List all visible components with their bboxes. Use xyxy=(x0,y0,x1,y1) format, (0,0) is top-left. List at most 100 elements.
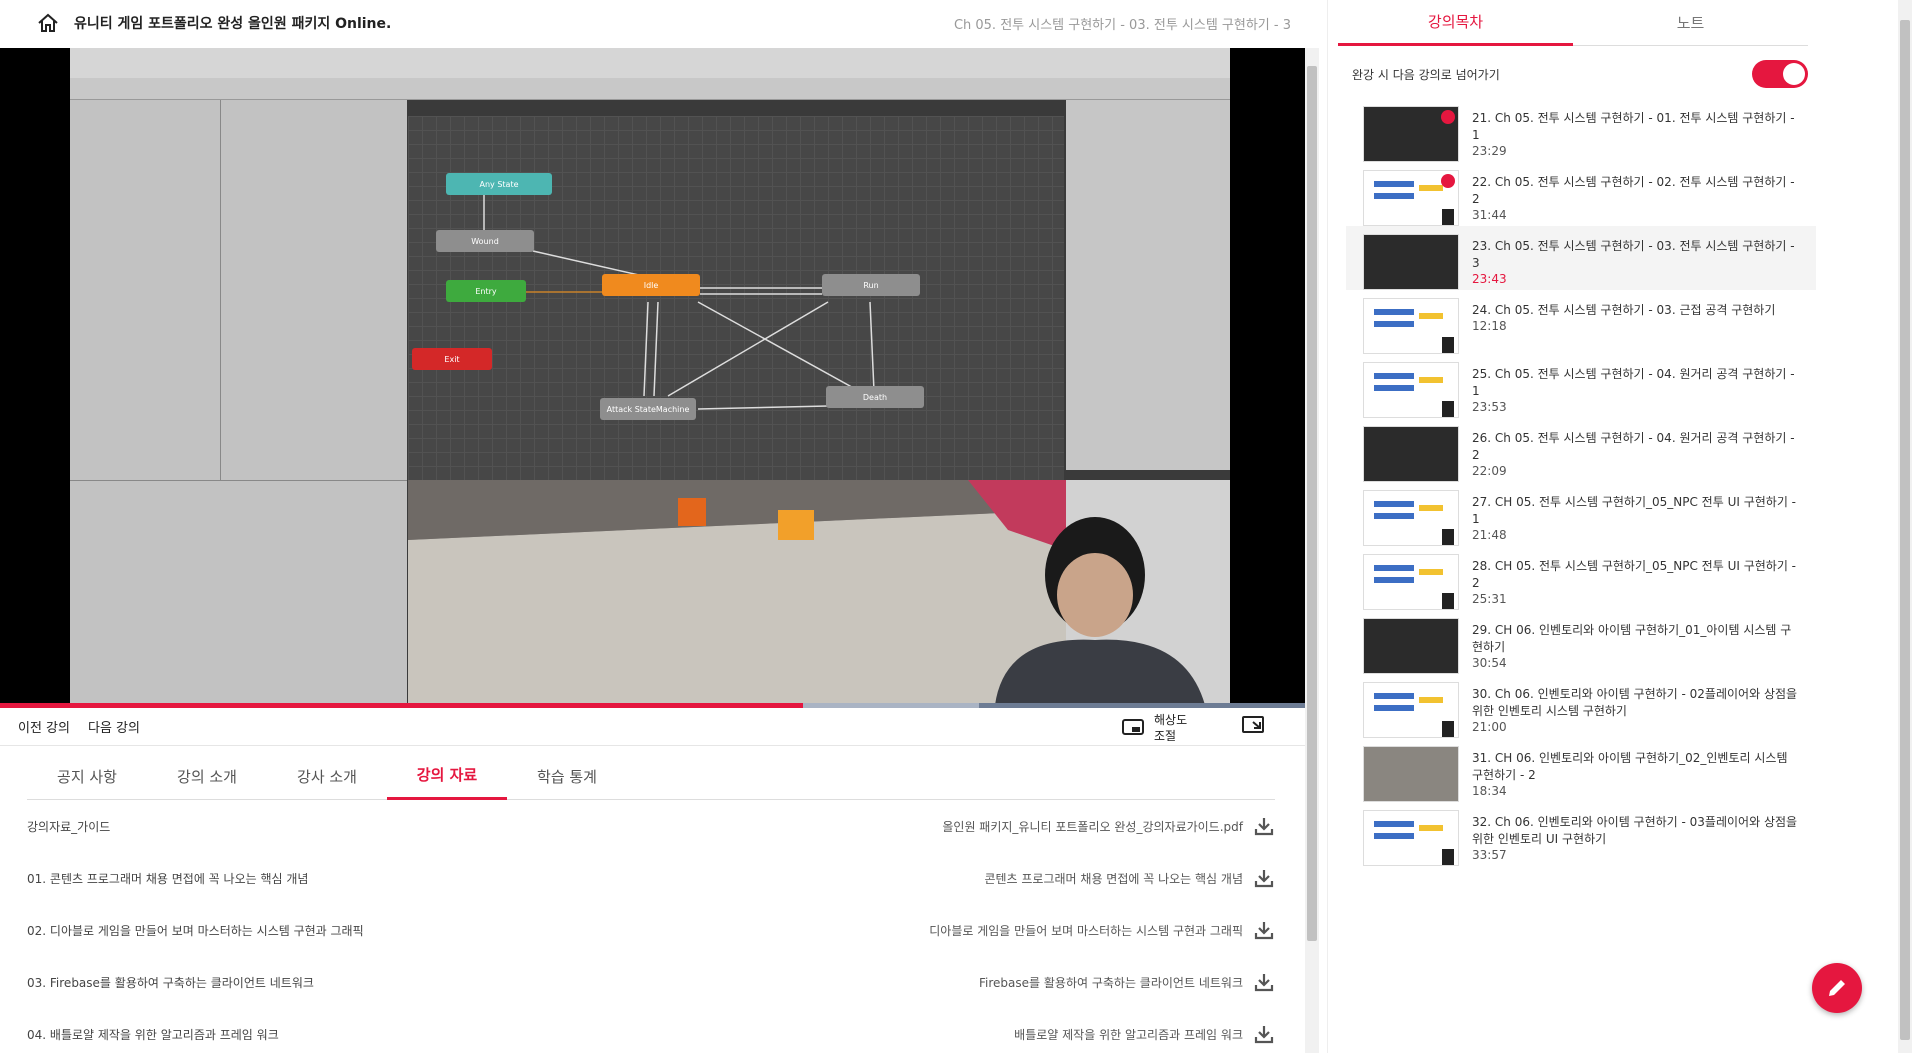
lecture-title: 32. Ch 06. 인벤토리와 아이템 구현하기 - 03플레이어와 상점을 … xyxy=(1472,815,1798,846)
material-title: 강의자료_가이드 xyxy=(27,819,111,834)
instructor-webcam xyxy=(975,505,1225,705)
resolution-icon xyxy=(1122,719,1144,735)
lecture-thumbnail xyxy=(1363,810,1459,866)
playlist-item[interactable]: 27. CH 05. 전투 시스템 구현하기_05_NPC 전투 UI 구현하기… xyxy=(1346,482,1816,546)
lecture-duration: 12:18 xyxy=(1472,319,1507,333)
lecture-info: 27. CH 05. 전투 시스템 구현하기_05_NPC 전투 UI 구현하기… xyxy=(1472,494,1802,542)
playlist-item[interactable]: 32. Ch 06. 인벤토리와 아이템 구현하기 - 03플레이어와 상점을 … xyxy=(1346,802,1816,866)
tab-notes[interactable]: 노트 xyxy=(1573,0,1808,46)
playlist-item[interactable]: 26. Ch 05. 전투 시스템 구현하기 - 04. 원거리 공격 구현하기… xyxy=(1346,418,1816,482)
playlist-item[interactable]: 24. Ch 05. 전투 시스템 구현하기 - 03. 근접 공격 구현하기 1… xyxy=(1346,290,1816,354)
playlist-item[interactable]: 21. Ch 05. 전투 시스템 구현하기 - 01. 전투 시스템 구현하기… xyxy=(1346,98,1816,162)
playlist-item[interactable]: 25. Ch 05. 전투 시스템 구현하기 - 04. 원거리 공격 구현하기… xyxy=(1346,354,1816,418)
curriculum-sidebar: 강의목차 노트 완강 시 다음 강의로 넘어가기 21. Ch 05. 전투 시… xyxy=(1327,0,1917,1053)
current-lecture-title: Ch 05. 전투 시스템 구현하기 - 03. 전투 시스템 구현하기 - 3 xyxy=(953,18,1291,33)
note-edit-button[interactable] xyxy=(1812,963,1862,1013)
lecture-title: 26. Ch 05. 전투 시스템 구현하기 - 04. 원거리 공격 구현하기… xyxy=(1472,431,1795,462)
lecture-duration: 33:57 xyxy=(1472,848,1507,862)
material-filename[interactable]: Firebase를 활용하여 구축하는 클라이언트 네트워크 xyxy=(979,974,1243,991)
lecture-duration: 31:44 xyxy=(1472,208,1507,222)
main-scrollbar-thumb[interactable] xyxy=(1307,66,1317,941)
lecture-info-tabs: 공지 사항 강의 소개 강사 소개 강의 자료 학습 통계 xyxy=(27,752,1275,800)
lecture-duration: 21:00 xyxy=(1472,720,1507,734)
lecture-info: 31. CH 06. 인벤토리와 아이템 구현하기_02_인벤토리 시스템 구현… xyxy=(1472,750,1802,798)
lecture-info: 28. CH 05. 전투 시스템 구현하기_05_NPC 전투 UI 구현하기… xyxy=(1472,558,1802,606)
lecture-info: 22. Ch 05. 전투 시스템 구현하기 - 02. 전투 시스템 구현하기… xyxy=(1472,174,1802,222)
game-scene xyxy=(408,480,1066,705)
tab-intro[interactable]: 강의 소개 xyxy=(147,752,267,800)
lecture-duration: 30:54 xyxy=(1472,656,1507,670)
node-wound: Wound xyxy=(436,230,534,252)
materials-list: 강의자료_가이드 올인원 패키지_유니티 포트폴리오 완성_강의자료가이드.pdf… xyxy=(27,800,1275,1053)
lecture-title: 21. Ch 05. 전투 시스템 구현하기 - 01. 전투 시스템 구현하기… xyxy=(1472,111,1795,142)
fullscreen-button[interactable] xyxy=(1242,716,1264,738)
resolution-button[interactable]: 해상도 조절 xyxy=(1122,712,1194,744)
lecture-info: 24. Ch 05. 전투 시스템 구현하기 - 03. 근접 공격 구현하기 1… xyxy=(1472,302,1802,333)
node-any-state: Any State xyxy=(446,173,552,195)
sidebar-tabs: 강의목차 노트 xyxy=(1338,0,1808,46)
tab-materials[interactable]: 강의 자료 xyxy=(387,752,507,800)
lecture-info: 25. Ch 05. 전투 시스템 구현하기 - 04. 원거리 공격 구현하기… xyxy=(1472,366,1802,414)
material-filename[interactable]: 배틀로얄 제작을 위한 알고리즘과 프레임 워크 xyxy=(1014,1026,1243,1043)
lecture-title: 22. Ch 05. 전투 시스템 구현하기 - 02. 전투 시스템 구현하기… xyxy=(1472,175,1795,206)
lecture-thumbnail xyxy=(1363,106,1459,162)
next-lecture-button[interactable]: 다음 강의 xyxy=(88,717,140,736)
lecture-duration: 23:29 xyxy=(1472,144,1507,158)
expand-icon xyxy=(1242,716,1264,733)
tab-stats[interactable]: 학습 통계 xyxy=(507,752,627,800)
editor-hierarchy-panel xyxy=(70,100,220,480)
material-filename[interactable]: 올인원 패키지_유니티 포트폴리오 완성_강의자료가이드.pdf xyxy=(942,818,1243,835)
node-idle: Idle xyxy=(602,274,700,296)
animator-graph: Any State Wound Entry Idle Run Exit Atta… xyxy=(408,116,1064,480)
lecture-title: 28. CH 05. 전투 시스템 구현하기_05_NPC 전투 UI 구현하기… xyxy=(1472,559,1797,590)
material-title: 03. Firebase를 활용하여 구축하는 클라이언트 네트워크 xyxy=(27,975,314,990)
material-filename[interactable]: 콘텐츠 프로그래머 채용 면접에 꼭 나오는 핵심 개념 xyxy=(984,870,1243,887)
tab-instructor[interactable]: 강사 소개 xyxy=(267,752,387,800)
playlist-item[interactable]: 23. Ch 05. 전투 시스템 구현하기 - 03. 전투 시스템 구현하기… xyxy=(1346,226,1816,290)
download-icon[interactable] xyxy=(1253,1023,1275,1045)
lecture-info: 29. CH 06. 인벤토리와 아이템 구현하기_01_아이템 시스템 구현하… xyxy=(1472,622,1802,670)
lecture-duration: 21:48 xyxy=(1472,528,1507,542)
material-download[interactable]: 디아블로 게임을 만들어 보며 마스터하는 시스템 구현과 그래픽 xyxy=(929,919,1275,941)
download-icon[interactable] xyxy=(1253,867,1275,889)
prev-lecture-button[interactable]: 이전 강의 xyxy=(18,717,70,736)
playlist-item[interactable]: 28. CH 05. 전투 시스템 구현하기_05_NPC 전투 UI 구현하기… xyxy=(1346,546,1816,610)
material-download[interactable]: 올인원 패키지_유니티 포트폴리오 완성_강의자료가이드.pdf xyxy=(942,815,1275,837)
playlist-item[interactable]: 30. Ch 06. 인벤토리와 아이템 구현하기 - 02플레이어와 상점을 … xyxy=(1346,674,1816,738)
playlist-item[interactable]: 22. Ch 05. 전투 시스템 구현하기 - 02. 전투 시스템 구현하기… xyxy=(1346,162,1816,226)
completed-check-icon xyxy=(1441,110,1455,124)
lecture-thumbnail xyxy=(1363,618,1459,674)
download-icon[interactable] xyxy=(1253,815,1275,837)
playlist-item[interactable]: 29. CH 06. 인벤토리와 아이템 구현하기_01_아이템 시스템 구현하… xyxy=(1346,610,1816,674)
video-player[interactable]: Any State Wound Entry Idle Run Exit Atta… xyxy=(0,48,1305,705)
main-scrollbar[interactable] xyxy=(1305,48,1319,1053)
material-title: 04. 배틀로얄 제작을 위한 알고리즘과 프레임 워크 xyxy=(27,1027,279,1042)
material-download[interactable]: Firebase를 활용하여 구축하는 클라이언트 네트워크 xyxy=(979,971,1275,993)
material-download[interactable]: 콘텐츠 프로그래머 채용 면접에 꼭 나오는 핵심 개념 xyxy=(984,867,1275,889)
editor-game-view xyxy=(408,480,1066,705)
sidebar-scrollbar-thumb[interactable] xyxy=(1900,20,1910,1040)
lecture-info: 30. Ch 06. 인벤토리와 아이템 구현하기 - 02플레이어와 상점을 … xyxy=(1472,686,1802,734)
playlist-item[interactable]: 31. CH 06. 인벤토리와 아이템 구현하기_02_인벤토리 시스템 구현… xyxy=(1346,738,1816,802)
lecture-duration: 18:34 xyxy=(1472,784,1507,798)
download-icon[interactable] xyxy=(1253,971,1275,993)
autonext-toggle[interactable] xyxy=(1752,60,1808,88)
material-download[interactable]: 배틀로얄 제작을 위한 알고리즘과 프레임 워크 xyxy=(1014,1023,1275,1045)
sidebar-scrollbar[interactable] xyxy=(1898,0,1912,1053)
lecture-thumbnail xyxy=(1363,170,1459,226)
home-button[interactable] xyxy=(30,8,66,38)
tab-notice[interactable]: 공지 사항 xyxy=(27,752,147,800)
tab-curriculum[interactable]: 강의목차 xyxy=(1338,0,1573,46)
lecture-playlist: 21. Ch 05. 전투 시스템 구현하기 - 01. 전투 시스템 구현하기… xyxy=(1346,92,1816,1053)
lecture-thumbnail xyxy=(1363,746,1459,802)
autonext-label: 완강 시 다음 강의로 넘어가기 xyxy=(1352,67,1500,82)
lecture-title: 24. Ch 05. 전투 시스템 구현하기 - 03. 근접 공격 구현하기 xyxy=(1472,303,1776,317)
lecture-thumbnail xyxy=(1363,426,1459,482)
download-icon[interactable] xyxy=(1253,919,1275,941)
lecture-thumbnail xyxy=(1363,490,1459,546)
material-row: 02. 디아블로 게임을 만들어 보며 마스터하는 시스템 구현과 그래픽 디아블… xyxy=(27,904,1275,956)
lecture-thumbnail xyxy=(1363,234,1459,290)
editor-parameters-panel xyxy=(220,100,407,480)
material-filename[interactable]: 디아블로 게임을 만들어 보며 마스터하는 시스템 구현과 그래픽 xyxy=(929,922,1243,939)
lecture-title: 31. CH 06. 인벤토리와 아이템 구현하기_02_인벤토리 시스템 구현… xyxy=(1472,751,1788,782)
